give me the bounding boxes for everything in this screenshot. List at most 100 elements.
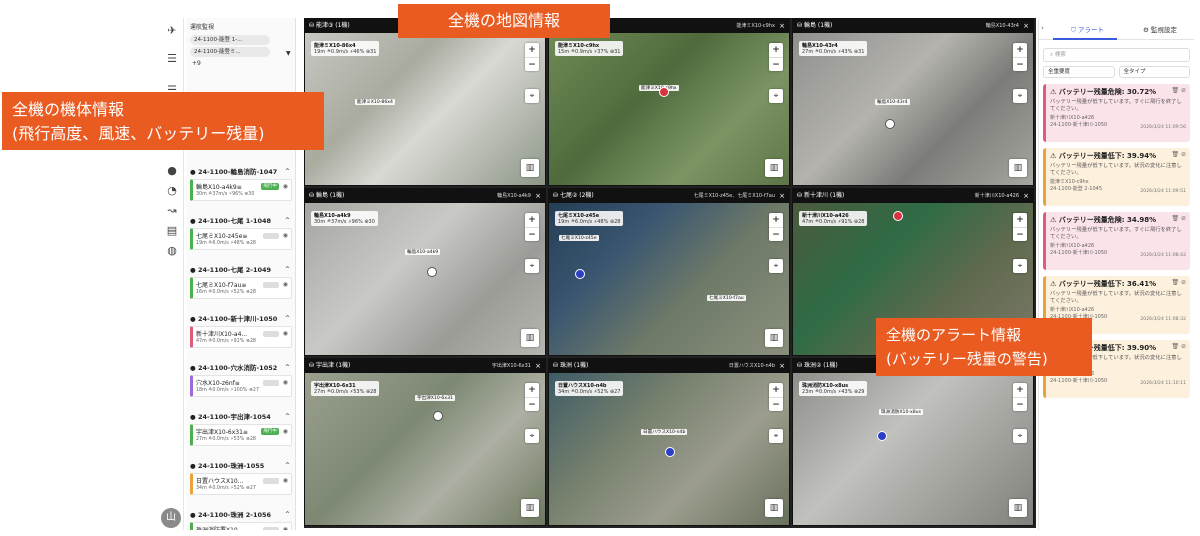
zoom-out-button[interactable]: − (769, 397, 783, 411)
chevron-up-icon[interactable]: ^ (285, 362, 290, 374)
list-icon[interactable]: ☰ (165, 52, 179, 66)
zoom-in-button[interactable]: + (525, 383, 539, 397)
map-tile[interactable]: ⛁ 輪島 (1機) 輪島X10-a4k9 × 輪島X10-a4k9 30m ≙37m/s… (304, 188, 546, 356)
map-tile[interactable]: ⛁ 珠洲 (1機) 日置ハウスX10-n4b × 日置ハウスX10-n4b 34m ≙0… (548, 358, 790, 526)
crosshair-icon[interactable]: ⌖ (1013, 429, 1027, 443)
eye-icon[interactable]: ◉ (283, 281, 288, 288)
close-icon[interactable]: × (779, 359, 785, 373)
collapse-icon[interactable]: › (1041, 24, 1044, 32)
dismiss-icon[interactable]: 🗑 ⊘ (1171, 343, 1186, 350)
chevron-up-icon[interactable]: ^ (285, 411, 290, 423)
crosshair-icon[interactable]: ⌖ (1013, 259, 1027, 273)
zoom-in-button[interactable]: + (525, 43, 539, 57)
eye-icon[interactable]: ◉ (283, 379, 288, 386)
group-header[interactable]: ● 24-1100-七尾 2-1049 ^ (186, 264, 295, 276)
close-icon[interactable]: × (1023, 189, 1029, 203)
type-filter[interactable]: 全タイプ (1118, 66, 1190, 78)
selected-chip[interactable]: 24-1100-能登 1-... (190, 35, 270, 45)
eye-icon[interactable]: ◉ (283, 330, 288, 337)
globe-icon[interactable]: ◍ (165, 244, 179, 258)
group-header[interactable]: ● 24-1100-穴水消防-1052 ^ (186, 362, 295, 374)
drone-marker-icon[interactable] (665, 447, 675, 457)
dismiss-icon[interactable]: 🗑 ⊘ (1171, 87, 1186, 94)
chevron-down-icon[interactable]: ▼ (286, 50, 291, 57)
eye-icon[interactable]: ◉ (283, 526, 288, 530)
drone-card[interactable]: 七尾ミX10-f7au≡ 16m ≙0.0m/s ⚡52% ⊕28 ◉ (190, 277, 292, 299)
map-layer-icon[interactable]: ▥ (1009, 499, 1027, 517)
zoom-out-button[interactable]: − (525, 227, 539, 241)
alert-card[interactable]: ⚠ バッテリー残量危険: 30.72% バッテリー残量が低下しています。すぐに飛行… (1043, 84, 1190, 142)
map-tile[interactable]: ⛁ 七尾② (2機) 七尾ミX10-z45e、七尾ミX10-f7au × 七尾ミX10… (548, 188, 790, 356)
crosshair-icon[interactable]: ⌖ (769, 259, 783, 273)
map-tile[interactable]: ⛁ 珠洲② (1機)珠洲消防X10-x8us×珠洲消防X10-x8us23m ≙… (792, 358, 1034, 526)
crosshair-icon[interactable]: ⌖ (525, 259, 539, 273)
person-icon[interactable]: ● (165, 164, 179, 178)
zoom-out-button[interactable]: − (525, 397, 539, 411)
chevron-up-icon[interactable]: ^ (285, 166, 290, 178)
zoom-out-button[interactable]: − (525, 57, 539, 71)
crosshair-icon[interactable]: ⌖ (525, 429, 539, 443)
crosshair-icon[interactable]: ⌖ (1013, 89, 1027, 103)
chevron-up-icon[interactable]: ^ (285, 264, 290, 276)
map-layer-icon[interactable]: ▥ (765, 329, 783, 347)
zoom-out-button[interactable]: − (1013, 227, 1027, 241)
group-header[interactable]: ● 24-1100-輪島消防-1047 ^ (186, 166, 295, 178)
drone-card[interactable]: 珠洲消防署X10...23m ≙0.0m/s ⚡43% ⊕29◉ (190, 522, 292, 530)
map-tile[interactable]: ⛁ 能津ミX10-c9hx×能津ミX10-c9hx15m ≙0.9m/s ⚡37… (548, 18, 790, 186)
tab-alert[interactable]: ⛉ アラート (1071, 24, 1104, 35)
eye-icon[interactable]: ◉ (283, 232, 288, 239)
map-layer-icon[interactable]: ▥ (521, 159, 539, 177)
close-icon[interactable]: × (535, 359, 541, 373)
eye-icon[interactable]: ◉ (283, 183, 288, 190)
crosshair-icon[interactable]: ⌖ (525, 89, 539, 103)
map-layer-icon[interactable]: ▥ (1009, 159, 1027, 177)
close-icon[interactable]: × (535, 189, 541, 203)
map-layer-icon[interactable]: ▥ (521, 499, 539, 517)
zoom-in-button[interactable]: + (769, 383, 783, 397)
group-header[interactable]: ● 24-1100-珠洲 2-1056 ^ (186, 509, 295, 521)
zoom-out-button[interactable]: − (769, 57, 783, 71)
history-icon[interactable]: ◔ (165, 184, 179, 198)
alert-card[interactable]: ⚠ バッテリー残量低下: 39.94% バッテリー残量が低下しています。状況の変化… (1043, 148, 1190, 206)
tab-monitor-settings[interactable]: ⚙ 監視設定 (1143, 24, 1177, 34)
close-icon[interactable]: × (779, 189, 785, 203)
dismiss-icon[interactable]: 🗑 ⊘ (1171, 279, 1186, 286)
map-tile[interactable]: ⛁ 能津③ (1機)能津ミX10-c9hx×能津ミX10-86x419m ≙0.… (304, 18, 546, 186)
close-icon[interactable]: × (779, 19, 785, 33)
map-layer-icon[interactable]: ▥ (765, 159, 783, 177)
drone-icon[interactable]: ✈ (165, 24, 179, 38)
map-layer-icon[interactable]: ▥ (521, 329, 539, 347)
eye-icon[interactable]: ◉ (283, 477, 288, 484)
group-header[interactable]: ● 24-1100-宇出津-1054 ^ (186, 411, 295, 423)
drone-marker-icon[interactable] (433, 411, 443, 421)
drone-card[interactable]: 穴水X10-z6nf≡ 18m ≙0.0m/s ⚡100% ⊕27 ◉ (190, 375, 292, 397)
group-header[interactable]: ● 24-1100-珠洲-1055 ^ (186, 460, 295, 472)
zoom-out-button[interactable]: − (1013, 397, 1027, 411)
zoom-out-button[interactable]: − (769, 227, 783, 241)
chevron-up-icon[interactable]: ^ (285, 313, 290, 325)
zoom-in-button[interactable]: + (769, 213, 783, 227)
map-tile[interactable]: ⛁ 輪島 (1機) 輪島X10-43r4 × 輪島X10-43r4 27m ≙0.0m/… (792, 18, 1034, 186)
drone-marker-icon[interactable] (877, 431, 887, 441)
drone-card[interactable]: 日置ハウスX10... 34m ≙0.0m/s ⚡52% ⊕27 ◉ (190, 473, 292, 495)
alert-search-input[interactable]: ⌕ 検索 (1043, 48, 1190, 62)
drone-card[interactable]: 新十津川X10-a4... 47m ≙0.0m/s ⚡91% ⊕28 ◉ (190, 326, 292, 348)
drone-card[interactable]: 七尾ミX10-z45e≡ 19m ≙6.0m/s ⚡48% ⊕28 ◉ (190, 228, 292, 250)
document-icon[interactable]: ▤ (165, 224, 179, 238)
crosshair-icon[interactable]: ⌖ (769, 429, 783, 443)
chevron-up-icon[interactable]: ^ (285, 460, 290, 472)
more-chips-count[interactable]: +9 (186, 59, 295, 68)
route-icon[interactable]: ↝ (165, 204, 179, 218)
dismiss-icon[interactable]: 🗑 ⊘ (1171, 151, 1186, 158)
crosshair-icon[interactable]: ⌖ (769, 89, 783, 103)
zoom-in-button[interactable]: + (1013, 383, 1027, 397)
drone-card[interactable]: 宇出津X10-6x31≡ 27m ≙0.0m/s ⚡53% ⊕28 飛行中 ◉ (190, 424, 292, 446)
alert-card[interactable]: ⚠ バッテリー残量危険: 34.98% バッテリー残量が低下しています。すぐに飛行… (1043, 212, 1190, 270)
eye-icon[interactable]: ◉ (283, 428, 288, 435)
zoom-in-button[interactable]: + (769, 43, 783, 57)
drone-marker-icon[interactable] (575, 269, 585, 279)
map-tile[interactable]: ⛁ 宇出津 (1機) 宇出津X10-6x31 × 宇出津X10-6x31 27m ≙0.… (304, 358, 546, 526)
dismiss-icon[interactable]: 🗑 ⊘ (1171, 215, 1186, 222)
chevron-up-icon[interactable]: ^ (285, 509, 290, 521)
drone-marker-icon[interactable] (427, 267, 437, 277)
